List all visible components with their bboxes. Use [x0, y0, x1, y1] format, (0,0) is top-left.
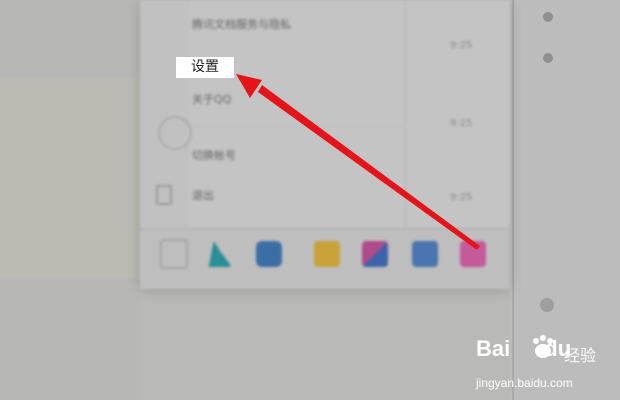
annotation-arrowhead: [236, 74, 262, 98]
watermark-cn-text: 经验: [564, 346, 597, 365]
watermark-logo-text: Bai: [476, 336, 511, 361]
baidu-jingyan-watermark: Bai du 经验 jingyan.baidu.com: [476, 330, 616, 390]
watermark-url: jingyan.baidu.com: [476, 376, 573, 390]
paw-icon: [533, 335, 553, 358]
annotation-arrow-shaft: [258, 85, 480, 250]
